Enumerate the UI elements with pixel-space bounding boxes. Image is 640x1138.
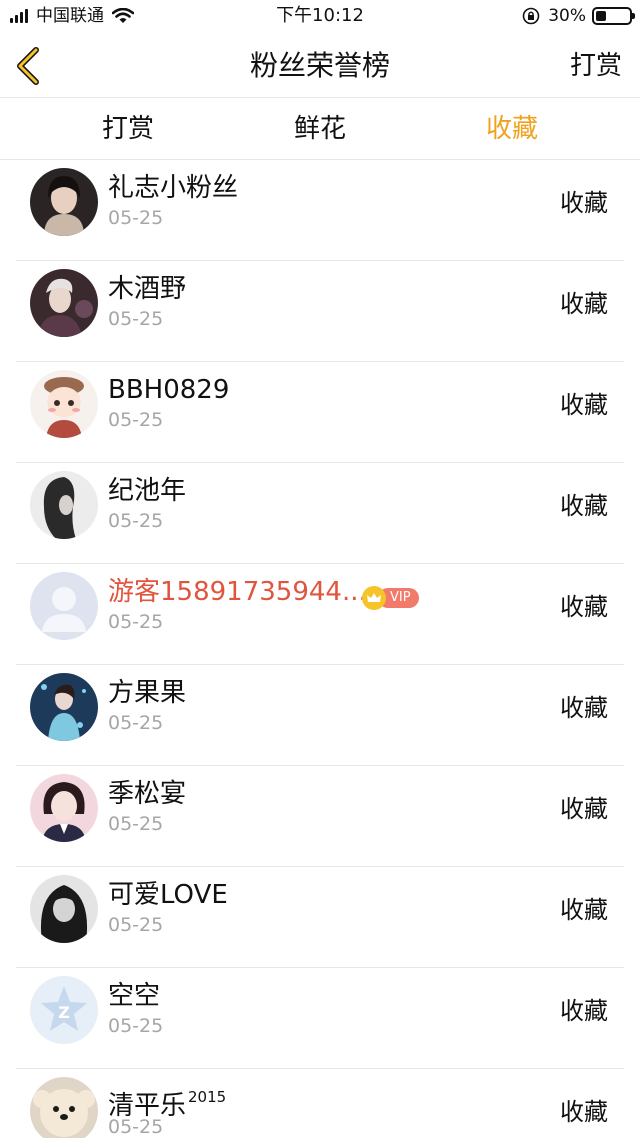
user-name: 游客15891735944...: [108, 577, 367, 607]
item-date: 05-25: [108, 712, 164, 734]
user-name: BBH0829: [108, 375, 230, 405]
name-superscript: 2015: [188, 1088, 227, 1106]
avatar: [30, 673, 98, 741]
tab-flowers[interactable]: 鲜花: [240, 111, 400, 147]
user-name: 空空: [108, 981, 161, 1011]
avatar: [30, 370, 98, 438]
status-bar: 中国联通 下午10:12 30%: [0, 0, 640, 34]
list-item[interactable]: 季松宴 05-25 收藏: [16, 766, 624, 867]
user-name: 礼志小粉丝: [108, 173, 239, 203]
tab-reward[interactable]: 打赏: [48, 111, 208, 147]
item-action-label: 收藏: [560, 290, 608, 318]
user-name: 可爱LOVE: [108, 880, 228, 910]
item-action-label: 收藏: [560, 189, 608, 217]
item-action-label: 收藏: [560, 492, 608, 520]
item-date: 05-25: [108, 813, 164, 835]
avatar: [30, 774, 98, 842]
list-item[interactable]: BBH0829 05-25 收藏: [16, 362, 624, 463]
item-date: 05-25: [108, 207, 164, 229]
battery-icon: [592, 7, 635, 25]
avatar: [30, 168, 98, 236]
item-date: 05-25: [108, 308, 164, 330]
orientation-lock-icon: [522, 7, 540, 25]
list-item[interactable]: 可爱LOVE 05-25 收藏: [16, 867, 624, 968]
item-date: 05-25: [108, 914, 164, 936]
list-item[interactable]: 清平乐 2015 05-25 收藏: [16, 1069, 624, 1138]
user-name: 季松宴: [108, 779, 187, 809]
item-action-label: 收藏: [560, 1098, 608, 1126]
reward-button[interactable]: 打赏: [570, 48, 622, 84]
avatar: [30, 269, 98, 337]
tab-favorites[interactable]: 收藏: [432, 111, 592, 147]
item-date: 05-25: [108, 510, 164, 532]
avatar: Z: [30, 976, 98, 1044]
fan-list: 礼志小粉丝 05-25 收藏 木酒野 05-25 收藏 BBH0829 05-2…: [0, 160, 640, 1138]
item-action-label: 收藏: [560, 694, 608, 722]
item-action-label: 收藏: [560, 795, 608, 823]
crown-icon: [362, 586, 386, 610]
list-item[interactable]: 方果果 05-25 收藏: [16, 665, 624, 766]
item-date: 05-25: [108, 1015, 164, 1037]
nav-bar: 粉丝荣誉榜 打赏: [0, 34, 640, 98]
avatar: [30, 1077, 98, 1138]
list-item[interactable]: 礼志小粉丝 05-25 收藏: [16, 160, 624, 261]
tab-bar: 打赏 鲜花 收藏: [0, 99, 640, 160]
list-item[interactable]: Z 空空 05-25 收藏: [16, 968, 624, 1069]
item-action-label: 收藏: [560, 593, 608, 621]
avatar: [30, 572, 98, 640]
svg-text:Z: Z: [58, 1003, 70, 1022]
user-name: 纪池年: [108, 476, 187, 506]
item-date: 05-25: [108, 409, 164, 431]
item-action-label: 收藏: [560, 896, 608, 924]
vip-badge: VIP: [362, 586, 419, 610]
list-item[interactable]: 纪池年 05-25 收藏: [16, 463, 624, 564]
battery-percent: 30%: [548, 6, 586, 26]
avatar: [30, 471, 98, 539]
item-date: 05-25: [108, 1116, 164, 1138]
list-item[interactable]: 游客15891735944... VIP 05-25 收藏: [16, 564, 624, 665]
avatar: [30, 875, 98, 943]
item-date: 05-25: [108, 611, 164, 633]
user-name: 方果果: [108, 678, 187, 708]
item-action-label: 收藏: [560, 997, 608, 1025]
user-name: 木酒野: [108, 274, 187, 304]
item-action-label: 收藏: [560, 391, 608, 419]
list-item[interactable]: 木酒野 05-25 收藏: [16, 261, 624, 362]
page-title: 粉丝荣誉榜: [249, 49, 390, 82]
